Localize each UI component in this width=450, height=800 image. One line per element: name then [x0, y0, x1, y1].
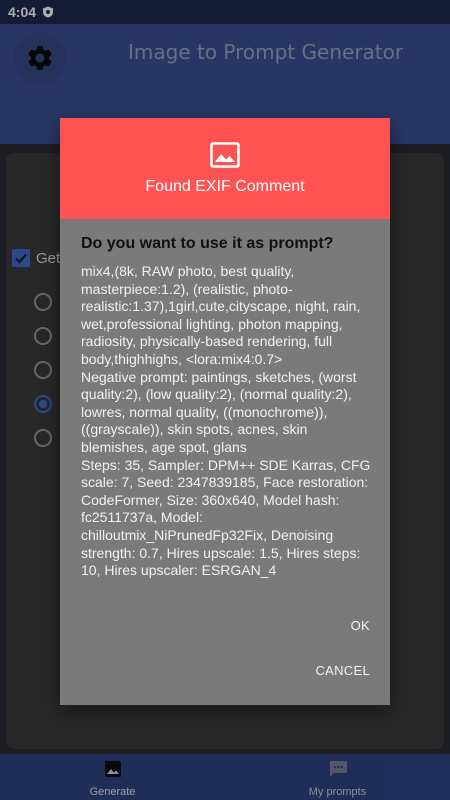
cancel-button[interactable]: CANCEL — [315, 663, 370, 678]
exif-dialog: Found EXIF Comment Do you want to use it… — [60, 118, 390, 705]
dialog-header: Found EXIF Comment — [60, 118, 390, 219]
ok-button[interactable]: OK — [351, 618, 370, 633]
dialog-question: Do you want to use it as prompt? — [81, 235, 334, 252]
image-icon — [210, 142, 240, 168]
dialog-title: Found EXIF Comment — [145, 178, 305, 195]
dialog-message: mix4,(8k, RAW photo, best quality, maste… — [81, 263, 371, 579]
